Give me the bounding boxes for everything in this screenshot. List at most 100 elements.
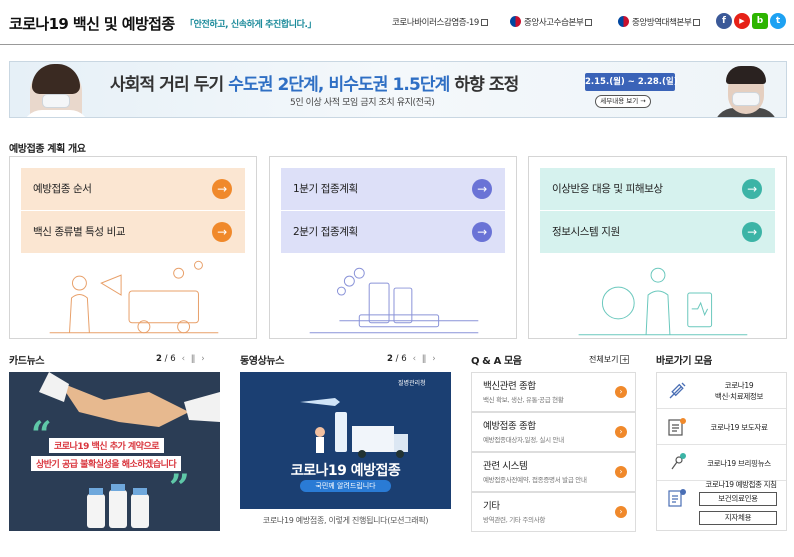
- document-icon: [668, 418, 686, 436]
- info-system-button[interactable]: 정보시스템 지원 →: [540, 211, 775, 253]
- syringe-icon: [669, 382, 686, 399]
- qa-item-title: 기타: [483, 501, 500, 512]
- cardnews-text-2: 상반기 공급 불확실성을 해소하겠습니다: [31, 456, 182, 471]
- qa-item[interactable]: 기타방역관련, 기타 주의사항 ›: [471, 492, 636, 532]
- quick-label-line1: 코로나19: [724, 381, 754, 390]
- banner-headline: 사회적 거리 두기 수도권 2단계, 비수도권 1.5단계 하향 조정: [110, 70, 519, 95]
- guideline-medical-button[interactable]: 보건의료인용: [699, 492, 777, 506]
- pager-current: 2: [387, 354, 393, 364]
- external-link-icon: [585, 19, 593, 26]
- link-label: 중앙방역대책본부: [632, 18, 692, 28]
- banner-subtext: 5인 이상 사적 모임 금지 조치 유지(전국): [290, 98, 435, 108]
- quick-press-release[interactable]: 코로나19 보도자료: [657, 409, 786, 445]
- agency-label: 질병관리청: [398, 380, 426, 387]
- cardnews-title: 카드뉴스: [9, 356, 45, 367]
- pager-total: / 6: [395, 354, 407, 364]
- page-title[interactable]: 코로나19 백신 및 예방접종: [9, 13, 175, 34]
- cardnews-card[interactable]: “ ” 코로나19 백신 추가 계약으로 상반기 공급 불확실성을 해소하겠습니…: [9, 372, 220, 531]
- guideline-label: 코로나19 예방접종 지침: [705, 480, 777, 489]
- pause-icon[interactable]: ǁ: [191, 354, 195, 364]
- arrow-right-icon: →: [212, 179, 232, 199]
- link-central-headquarters[interactable]: 중앙사고수습본부: [510, 16, 593, 28]
- arrow-right-icon: ›: [615, 426, 627, 438]
- blog-icon[interactable]: b: [752, 13, 768, 29]
- cardnews-pager: 2 / 6 ‹ ǁ ›: [156, 354, 205, 364]
- twitter-icon[interactable]: t: [770, 13, 786, 29]
- pager-total: / 6: [164, 354, 176, 364]
- svg-text:”: ”: [169, 467, 190, 509]
- qa-item-title: 관련 시스템: [483, 461, 528, 472]
- video-thumbnail[interactable]: 질병관리청 코로나19 예방접종 국민께 알려드립니다: [240, 372, 451, 509]
- vaccination-order-button[interactable]: 예방접종 순서 →: [21, 168, 245, 210]
- next-icon[interactable]: ›: [201, 354, 204, 364]
- arrow-right-icon: →: [742, 222, 762, 242]
- quick-links-box: 코로나19 백신·치료제정보 코로나19 보도자료 코로나19 브리핑뉴스 코로나…: [656, 372, 787, 531]
- link-corona19[interactable]: 코로나바이러스감염증-19: [392, 16, 488, 28]
- support-illustration: [578, 267, 748, 336]
- qa-item-title: 예방접종 종합: [483, 421, 536, 432]
- q1-plan-button[interactable]: 1분기 접종계획 →: [281, 168, 505, 210]
- button-label: 2분기 접종계획: [293, 226, 358, 238]
- qa-item[interactable]: 백신관련 종합 백신 확보, 생산, 유통·공급 현황 ›: [471, 372, 636, 412]
- video-subheadline: 국민께 알려드립니다: [300, 480, 391, 492]
- person-left-image: [22, 64, 90, 117]
- plan-panel-support: 이상반응 대응 및 피해보상 → 정보시스템 지원 →: [528, 156, 787, 339]
- quick-vaccine-info[interactable]: 코로나19 백신·치료제정보: [657, 373, 786, 409]
- quick-label: 코로나19 백신·치료제정보: [695, 373, 783, 409]
- person-right-image: [714, 66, 778, 117]
- external-link-icon: [693, 19, 701, 26]
- youtube-icon[interactable]: ▶: [734, 13, 750, 29]
- qa-item-sub: 방역관련, 기타 주의사항: [483, 516, 546, 524]
- view-all-label: 전체보기: [589, 355, 619, 364]
- pause-icon[interactable]: ǁ: [422, 354, 426, 364]
- section-title: 예방접종 계획 개요: [9, 144, 86, 155]
- facebook-icon[interactable]: f: [716, 13, 732, 29]
- arrow-right-icon: ›: [615, 386, 627, 398]
- prev-icon[interactable]: ‹: [182, 354, 185, 364]
- arrow-right-icon: →: [472, 222, 492, 242]
- next-icon[interactable]: ›: [432, 354, 435, 364]
- qa-item[interactable]: 관련 시스템 예방접종사전예약, 접종증명서 발급 안내 ›: [471, 452, 636, 492]
- qa-item-title: 백신관련 종합: [483, 381, 536, 392]
- quick-briefing-news[interactable]: 코로나19 브리핑뉴스: [657, 445, 786, 481]
- prev-icon[interactable]: ‹: [413, 354, 416, 364]
- qa-item[interactable]: 예방접종 종합 예방접종대상자,일정, 실시 안내 ›: [471, 412, 636, 452]
- qa-view-all-link[interactable]: 전체보기 +: [589, 354, 630, 365]
- arrow-right-icon: →: [742, 179, 762, 199]
- video-headline: 코로나19 예방접종: [290, 463, 401, 479]
- banner-headline-highlight: 수도권 2단계, 비수도권 1.5단계: [228, 75, 450, 95]
- button-label: 백신 종류별 특성 비교: [33, 226, 126, 238]
- vaccine-comparison-button[interactable]: 백신 종류별 특성 비교 →: [21, 211, 245, 253]
- government-emblem-icon: [618, 16, 629, 27]
- qa-item-sub: 예방접종사전예약, 접종증명서 발급 안내: [483, 476, 587, 484]
- notice-banner[interactable]: 사회적 거리 두기 수도권 2단계, 비수도권 1.5단계 하향 조정 2.15…: [9, 61, 787, 118]
- plus-icon: +: [620, 355, 630, 364]
- link-disease-control-headquarters[interactable]: 중앙방역대책본부: [618, 16, 701, 28]
- government-emblem-icon: [510, 16, 521, 27]
- arrow-right-icon: ›: [615, 506, 627, 518]
- banner-headline-part: 사회적 거리 두기: [110, 75, 229, 95]
- arrow-right-icon: →: [212, 222, 232, 242]
- microphone-icon: [671, 453, 686, 470]
- cardnews-text-1: 코로나19 백신 추가 계약으로: [49, 438, 165, 453]
- banner-headline-part: 하향 조정: [449, 75, 519, 95]
- button-label: 1분기 접종계획: [293, 183, 358, 195]
- slogan: 「안전하고, 신속하게 추진합니다.」: [185, 20, 317, 30]
- pager-current: 2: [156, 354, 162, 364]
- vaccination-order-illustration: [49, 260, 219, 334]
- quick-title: 바로가기 모음: [656, 356, 712, 367]
- arrow-right-icon: →: [472, 179, 492, 199]
- banner-date-badge: 2.15.(월) ~ 2.28.(일): [585, 73, 678, 91]
- plan-panel-order: 예방접종 순서 → 백신 종류별 특성 비교 →: [9, 156, 257, 339]
- syringe-illustration: [309, 267, 479, 334]
- header-divider: [0, 44, 794, 45]
- qa-title: Q & A 모음: [471, 356, 522, 367]
- quick-label: 코로나19 보도자료: [710, 422, 768, 432]
- video-title: 동영상뉴스: [240, 356, 285, 367]
- video-caption[interactable]: 코로나19 예방접종, 이렇게 진행됩니다(모션그래픽): [240, 515, 451, 526]
- guideline-local-gov-button[interactable]: 지자체용: [699, 511, 777, 525]
- banner-more-button[interactable]: 세부내용 보기 →: [595, 95, 651, 108]
- quick-label-line2: 백신·치료제정보: [714, 392, 764, 401]
- q2-plan-button[interactable]: 2분기 접종계획 →: [281, 211, 505, 253]
- adverse-reaction-button[interactable]: 이상반응 대응 및 피해보상 →: [540, 168, 775, 210]
